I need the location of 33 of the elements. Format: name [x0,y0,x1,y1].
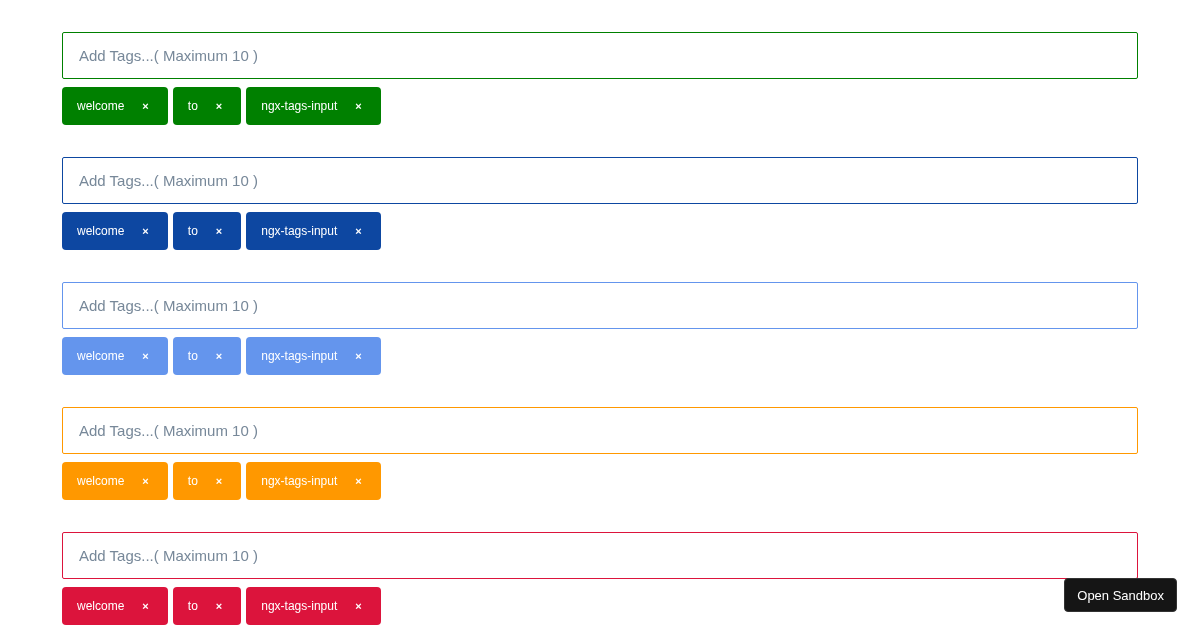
tag-label: ngx-tags-input [261,224,338,238]
remove-tag-button[interactable]: × [211,100,227,112]
open-sandbox-button[interactable]: Open Sandbox [1064,578,1177,612]
remove-tag-button[interactable]: × [138,350,153,362]
tag-label: ngx-tags-input [261,99,338,113]
remove-tag-button[interactable]: × [138,225,153,237]
tag-label: welcome [77,99,125,113]
remove-tag-button[interactable]: × [351,350,366,362]
tag-input-field[interactable]: Add Tags...( Maximum 10 ) [62,407,1138,454]
remove-tag-button[interactable]: × [351,600,366,612]
tag-input-field[interactable]: Add Tags...( Maximum 10 ) [62,532,1138,579]
remove-tag-button[interactable]: × [211,600,227,612]
remove-tag-button[interactable]: × [211,225,227,237]
remove-tag-button[interactable]: × [351,225,366,237]
tag-input-field[interactable]: Add Tags...( Maximum 10 ) [62,157,1138,204]
remove-tag-button[interactable]: × [351,100,366,112]
remove-tag-button[interactable]: × [138,100,153,112]
remove-tag-button[interactable]: × [138,600,153,612]
tag-label: welcome [77,349,125,363]
remove-tag-button[interactable]: × [211,350,227,362]
tag-label: ngx-tags-input [261,474,338,488]
tag-input-field[interactable]: Add Tags...( Maximum 10 ) [62,282,1138,329]
tag-label: welcome [77,224,125,238]
tag-label: ngx-tags-input [261,599,338,613]
tag-label: to [187,349,198,363]
tag-label: to [187,224,198,238]
tag-label: welcome [77,474,125,488]
tag-label: to [187,474,198,488]
tag-label: welcome [77,599,125,613]
tag-label: ngx-tags-input [261,349,338,363]
tag-input-field[interactable]: Add Tags...( Maximum 10 ) [62,32,1138,79]
tag-label: to [187,599,198,613]
tag-label: to [187,99,198,113]
